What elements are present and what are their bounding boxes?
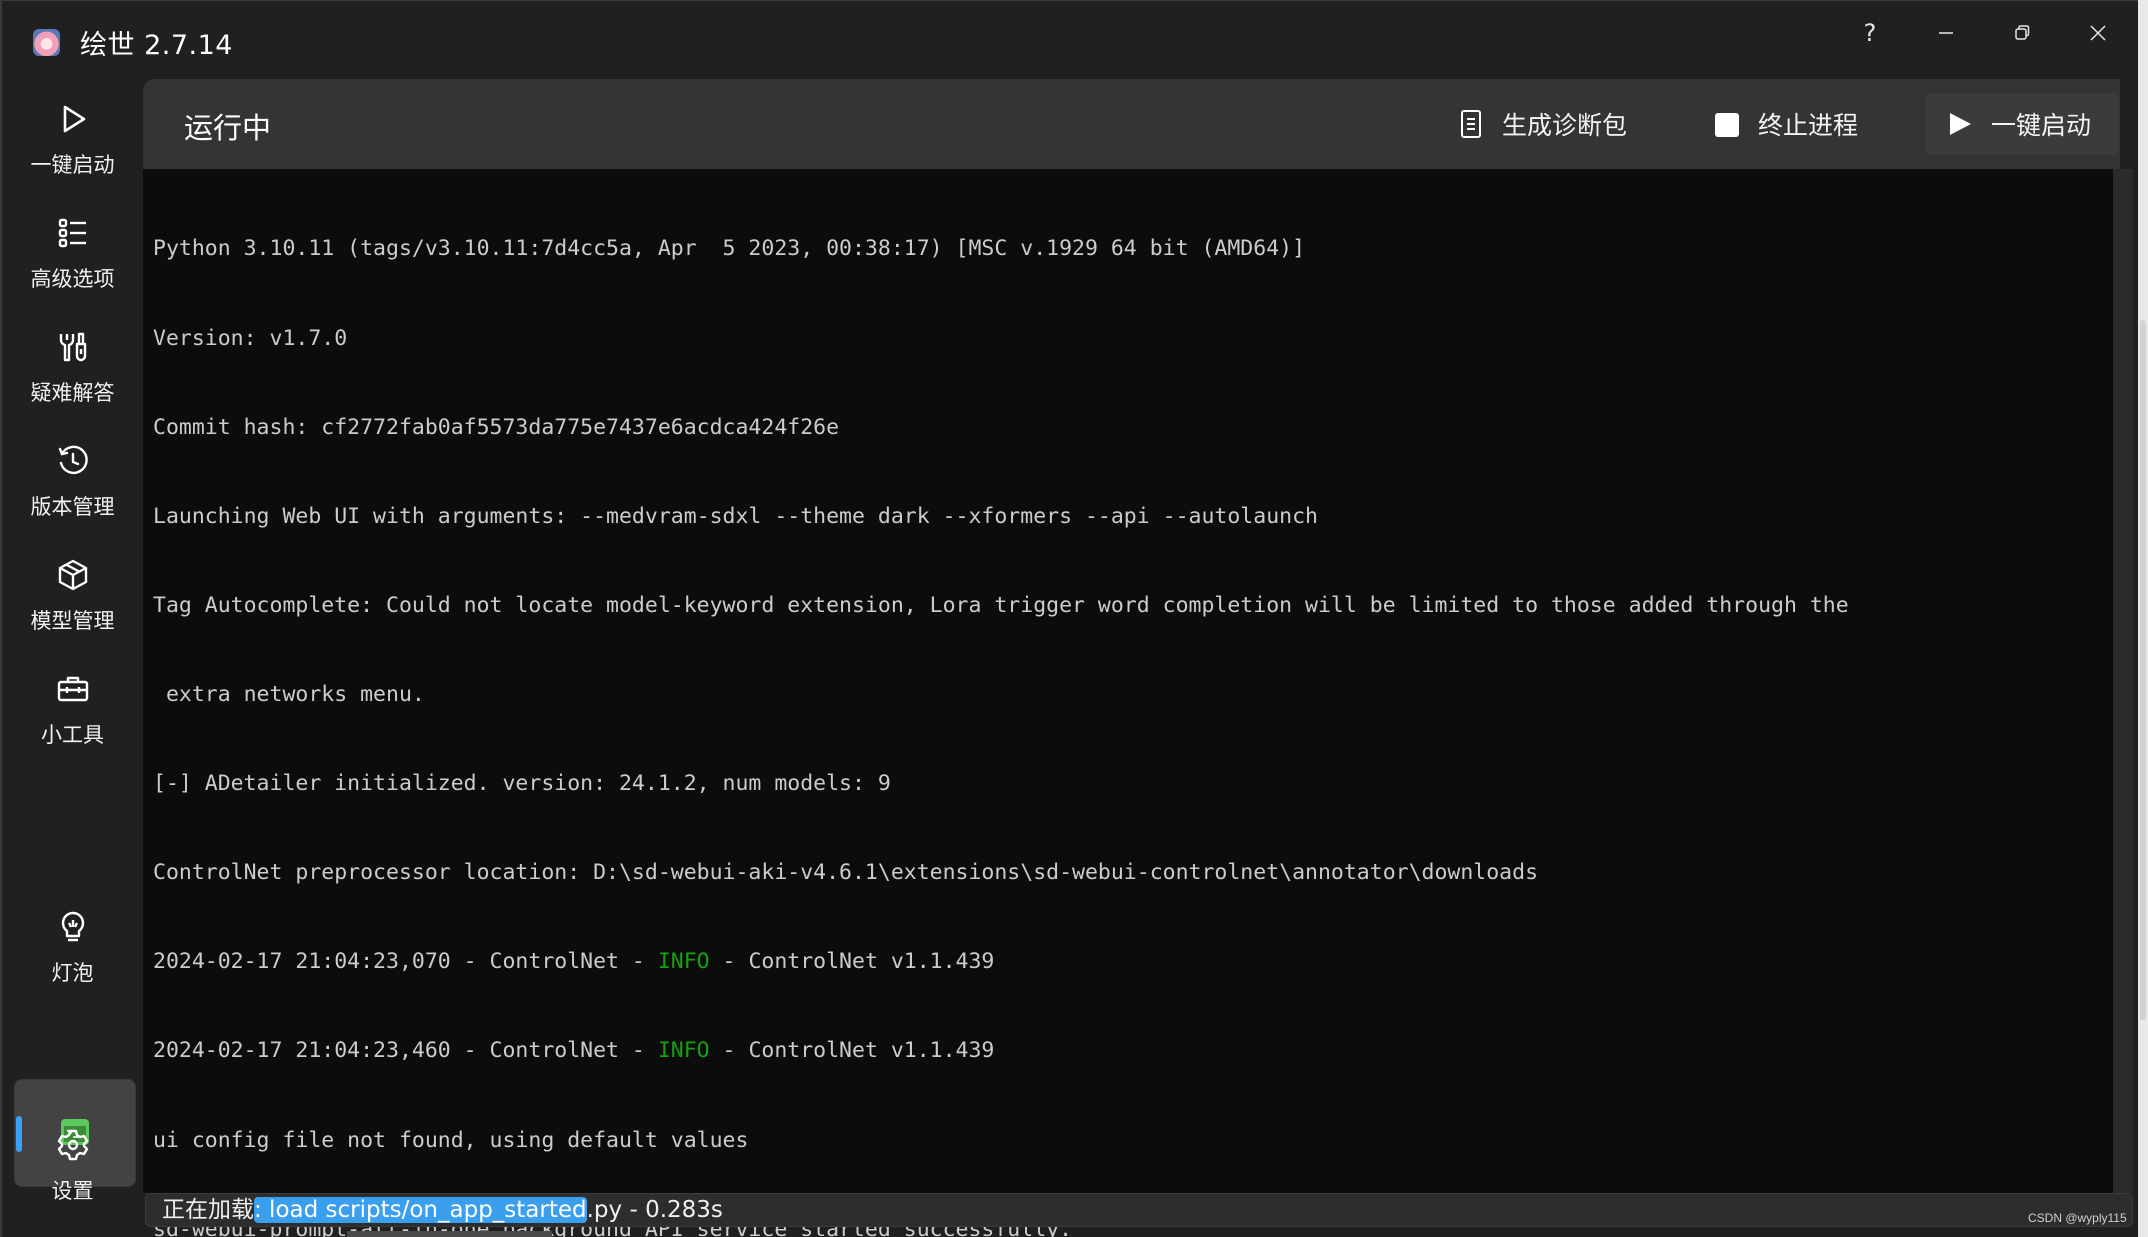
sidebar-item-label: 小工具 (41, 723, 104, 747)
generate-diagnostics-button[interactable]: 生成诊断包 (1440, 93, 1645, 155)
sidebar-item-settings[interactable]: 设置 (2, 1127, 143, 1205)
page-header: 运行中 生成诊断包 终止进程 一键启动 (143, 79, 2120, 169)
console-line: Commit hash: cf2772fab0af5573da775e7437e… (153, 414, 840, 440)
status-selected-text: : load scripts/on_app_started (254, 1197, 587, 1223)
log-prefix: 2024-02-17 21:04:23,070 - ControlNet - (153, 949, 658, 975)
stop-process-label: 终止进程 (1758, 111, 1859, 140)
gear-icon (57, 1129, 88, 1161)
page-title: 运行中 (184, 111, 272, 145)
console-output[interactable]: Python 3.10.11 (tags/v3.10.11:7d4cc5a, A… (143, 169, 2113, 1237)
help-button[interactable]: ? (1840, 13, 1900, 53)
console-line: Version: v1.7.0 (153, 325, 348, 351)
sidebar-item-launch[interactable]: 一键启动 (2, 101, 143, 179)
sidebar-item-tools[interactable]: 小工具 (2, 671, 143, 749)
sidebar-item-label: 设置 (51, 1179, 94, 1203)
console-line: [-] ADetailer initialized. version: 24.1… (153, 771, 891, 797)
minimize-icon (1939, 32, 1953, 34)
help-icon: ? (1863, 19, 1877, 47)
one-click-start-button[interactable]: 一键启动 (1925, 93, 2119, 155)
play-icon (1950, 113, 1971, 135)
console-line: Tag Autocomplete: Could not locate model… (153, 592, 1849, 618)
tools-icon (59, 332, 86, 362)
log-message: - ControlNet v1.1.439 (709, 1038, 995, 1064)
log-level: INFO (657, 949, 710, 975)
console-line: ControlNet preprocessor location: D:\sd-… (153, 860, 1539, 886)
minimize-button[interactable] (1916, 13, 1976, 53)
scrollbar-thumb[interactable] (2140, 320, 2146, 1020)
stop-process-button[interactable]: 终止进程 (1696, 93, 1876, 155)
log-message: - ControlNet v1.1.439 (709, 949, 995, 975)
console-line: extra networks menu. (153, 681, 425, 707)
status-suffix: .py - 0.283s (586, 1197, 723, 1223)
sidebar-item-label: 一键启动 (30, 153, 115, 177)
restore-button[interactable] (1992, 13, 2052, 53)
sidebar-item-label: 模型管理 (30, 609, 115, 633)
app-window: 绘世 2.7.14 ? 一键启动 高级选项 疑难解答 版本管理 模型管理 小工具… (0, 0, 2138, 1237)
sidebar-item-label: 灯泡 (51, 961, 94, 985)
box-icon (58, 559, 87, 591)
sidebar-item-lightbulb[interactable]: 灯泡 (2, 909, 143, 987)
sidebar-item-troubleshoot[interactable]: 疑难解答 (2, 329, 143, 407)
restore-icon (2015, 25, 2030, 40)
app-avatar-icon (33, 29, 60, 56)
play-icon (63, 105, 85, 133)
console-log-line: 2024-02-17 21:04:23,070 - ControlNet - I… (153, 947, 2103, 977)
status-prefix: 正在加载 (162, 1197, 254, 1223)
console-line: Python 3.10.11 (tags/v3.10.11:7d4cc5a, A… (153, 236, 1306, 262)
console-log-line: 2024-02-17 21:04:23,460 - ControlNet - I… (153, 1036, 2103, 1066)
console-line: Launching Web UI with arguments: --medvr… (153, 503, 1318, 529)
sidebar-item-label: 版本管理 (30, 495, 115, 519)
list-icon (58, 218, 86, 248)
log-prefix: 2024-02-17 21:04:23,460 - ControlNet - (153, 1038, 658, 1064)
log-level: INFO (657, 1038, 710, 1064)
sidebar-item-models[interactable]: 模型管理 (2, 557, 143, 635)
stop-icon (1715, 113, 1739, 137)
watermark: CSDN @wyply115 (2028, 1211, 2127, 1225)
status-bar: 正在加载: load scripts/on_app_started.py - 0… (145, 1193, 2133, 1227)
toolbox-icon (57, 676, 88, 702)
external-scrollbar[interactable] (2138, 0, 2148, 1237)
sidebar-item-label: 疑难解答 (30, 381, 115, 405)
console-scrollbar[interactable] (2113, 169, 2133, 1193)
sidebar-item-versions[interactable]: 版本管理 (2, 443, 143, 521)
sidebar-item-advanced[interactable]: 高级选项 (2, 215, 143, 293)
lightbulb-icon (61, 911, 84, 942)
generate-diagnostics-label: 生成诊断包 (1502, 111, 1628, 140)
document-icon (1461, 110, 1481, 138)
sidebar: 一键启动 高级选项 疑难解答 版本管理 模型管理 小工具 灯泡 设置 (2, 79, 143, 1237)
history-icon (58, 445, 88, 475)
horizontal-scrollbar[interactable] (347, 1231, 552, 1237)
console-line: ui config file not found, using default … (153, 1127, 749, 1153)
sidebar-item-label: 高级选项 (30, 267, 115, 291)
close-icon (2090, 25, 2106, 41)
title-bar: 绘世 2.7.14 ? (2, 1, 2140, 79)
close-button[interactable] (2068, 13, 2128, 53)
app-title: 绘世 2.7.14 (80, 30, 233, 61)
one-click-start-label: 一键启动 (1991, 111, 2092, 140)
